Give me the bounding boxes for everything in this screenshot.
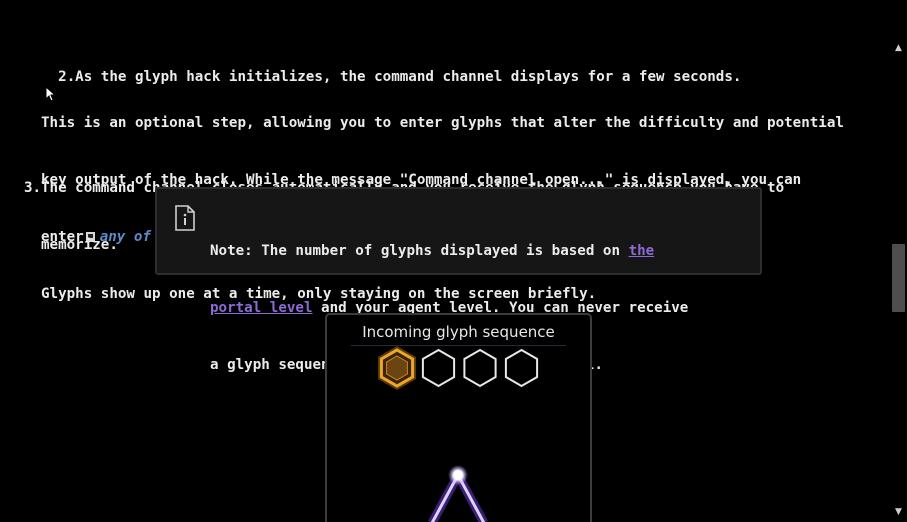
glyph-sequence-graphic: [377, 345, 539, 522]
glyph-hack-screenshot: Incoming glyph sequence: [325, 313, 592, 522]
paragraph-line: This is an optional step, allowing you t…: [41, 115, 844, 131]
glyphs-paragraph: Glyphs show up one at a time, only stayi…: [41, 286, 597, 302]
note-callout: Note: The number of glyphs displayed is …: [155, 187, 762, 373]
scroll-down-arrow-icon[interactable]: ▼: [894, 508, 903, 517]
scroll-up-arrow-icon[interactable]: ▲: [894, 44, 903, 53]
scrollbar-thumb[interactable]: [892, 244, 905, 312]
empty-glyph-hexagon: [504, 348, 539, 388]
empty-glyph-hexagon: [421, 348, 456, 388]
step-number: 3.: [24, 180, 42, 196]
note-document-icon: [175, 205, 195, 231]
note-label: Note:: [210, 243, 253, 259]
note-body: The number of glyphs displayed is based …: [252, 243, 629, 259]
mouse-pointer-icon: [45, 86, 55, 102]
glyph-trace: [428, 465, 488, 522]
article-content: 2.As the glyph hack initializes, the com…: [0, 0, 890, 522]
portal-level-link[interactable]: the: [629, 243, 655, 259]
vertical-scrollbar[interactable]: ▲ ▼: [890, 40, 907, 522]
empty-glyph-hexagon: [463, 348, 497, 388]
